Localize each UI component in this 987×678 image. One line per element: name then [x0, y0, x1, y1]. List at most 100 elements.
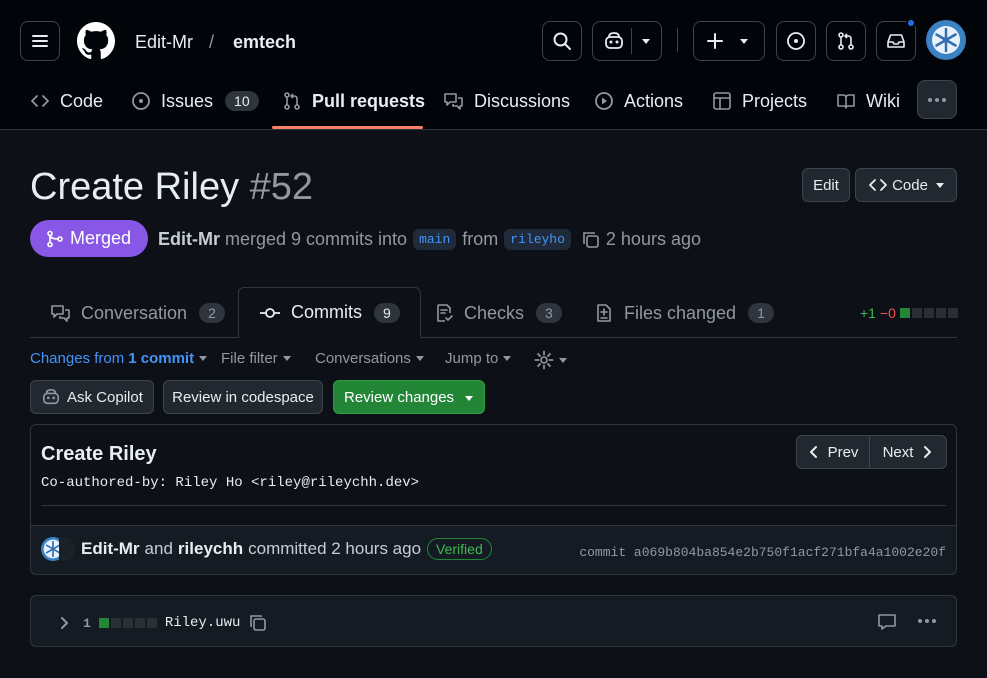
commit-count-label: 1 commit — [128, 350, 195, 367]
tab-commits-count: 9 — [374, 302, 400, 323]
file-name[interactable]: Riley.uwu — [165, 615, 241, 631]
review-in-codespace-button[interactable]: Review in codespace — [163, 380, 323, 414]
base-branch[interactable]: main — [413, 229, 457, 250]
issues-button[interactable] — [776, 21, 816, 61]
verified-badge[interactable]: Verified — [427, 538, 492, 560]
github-logo-icon[interactable] — [77, 22, 115, 60]
tab-conversation[interactable]: Conversation 2 — [50, 289, 225, 337]
commit-author2-link[interactable]: rileychh — [178, 539, 243, 559]
plus-icon — [707, 33, 723, 49]
tab-conversation-count: 2 — [199, 303, 225, 323]
file-filter-dropdown[interactable]: File filter — [221, 350, 291, 367]
comment-icon[interactable] — [877, 612, 897, 632]
diffstat-bar — [898, 308, 958, 318]
code-dropdown-button[interactable]: Code — [855, 168, 957, 202]
merged-label: Merged — [70, 228, 132, 248]
tab-checks[interactable]: Checks 3 — [434, 289, 562, 337]
head-branch[interactable]: rileyho — [504, 229, 571, 250]
ask-copilot-label: Ask Copilot — [67, 388, 143, 406]
nav-pull-requests[interactable]: Pull requests — [282, 82, 425, 120]
conversations-dropdown[interactable]: Conversations — [315, 350, 424, 367]
file-diff-icon — [597, 304, 611, 322]
copilot-button[interactable] — [592, 21, 662, 61]
changes-from-label: Changes from — [30, 350, 125, 367]
pull-requests-button[interactable] — [826, 21, 866, 61]
tab-conversation-label: Conversation — [81, 302, 188, 323]
next-commit-button[interactable]: Next — [869, 435, 947, 469]
nav-wiki-label: Wiki — [866, 90, 900, 111]
diffstat-square — [947, 308, 958, 318]
nav-actions[interactable]: Actions — [594, 82, 683, 120]
chevron-down-icon — [282, 356, 291, 361]
file-header: 1 Riley.uwu — [30, 595, 957, 647]
review-changes-button[interactable]: Review changes — [333, 380, 485, 414]
code-icon — [31, 95, 49, 107]
diffstat-square — [146, 618, 157, 628]
commit-message-section: Create Riley Co-authored-by: Riley Ho <r… — [31, 425, 956, 526]
create-new-button[interactable] — [693, 21, 765, 61]
copy-icon[interactable] — [248, 613, 268, 633]
nav-projects[interactable]: Projects — [712, 82, 807, 120]
ask-copilot-button[interactable]: Ask Copilot — [30, 380, 154, 414]
chevron-down-icon — [199, 356, 208, 361]
nav-wiki[interactable]: Wiki — [836, 82, 900, 120]
breadcrumb-owner[interactable]: Edit-Mr — [135, 32, 193, 53]
jump-to-label: Jump to — [445, 350, 499, 367]
diff-additions: +1 — [860, 305, 876, 321]
chevron-down-icon — [559, 357, 567, 363]
nav-issues[interactable]: Issues 10 — [131, 82, 259, 120]
chevron-right-icon[interactable] — [59, 616, 69, 630]
active-nav-underline — [272, 126, 423, 129]
diff-settings-dropdown[interactable] — [534, 350, 567, 370]
pr-meta: Edit-Mr merged 9 commits into main from … — [158, 229, 701, 250]
chevron-down-icon — [503, 356, 512, 361]
breadcrumb-repo[interactable]: emtech — [233, 32, 296, 53]
tab-files-changed[interactable]: Files changed 1 — [594, 289, 774, 337]
copilot-icon — [605, 32, 623, 49]
git-commit-icon — [260, 307, 280, 318]
commit-author1-link[interactable]: Edit-Mr — [81, 539, 140, 559]
git-pull-request-icon — [284, 92, 300, 110]
tab-checks-label: Checks — [464, 302, 525, 323]
prev-commit-button[interactable]: Prev — [796, 435, 870, 469]
kebab-horizontal-icon — [928, 97, 946, 102]
search-button[interactable] — [542, 21, 582, 61]
snowflake-avatar-icon — [932, 26, 960, 54]
chevron-left-icon — [809, 446, 817, 458]
changes-from-dropdown[interactable]: Changes from 1 commit — [30, 350, 208, 367]
tab-commits[interactable]: Commits 9 — [238, 287, 421, 338]
comment-discussion-icon — [51, 305, 70, 322]
conversations-label: Conversations — [315, 350, 411, 367]
copy-icon[interactable] — [581, 230, 601, 250]
notification-dot — [906, 18, 916, 28]
pr-title: Create Riley #52 — [30, 166, 313, 209]
chevron-down-icon — [465, 396, 473, 401]
tab-commits-label: Commits — [291, 302, 362, 322]
nav-discussions[interactable]: Discussions — [443, 82, 570, 120]
pr-author-link[interactable]: Edit-Mr — [158, 229, 220, 250]
header-divider — [677, 28, 678, 52]
kebab-horizontal-icon[interactable] — [917, 618, 937, 624]
issues-count-badge: 10 — [225, 91, 259, 111]
tab-files-changed-label: Files changed — [624, 302, 737, 323]
issue-opened-icon — [132, 92, 150, 110]
commit-authors-row: Edit-Mr and rileychh committed 2 hours a… — [41, 537, 492, 561]
diffstat-square — [122, 618, 133, 628]
user-avatar[interactable] — [926, 20, 966, 60]
commit-sha[interactable]: commit a069b804ba854e2b750f1acf271bfa4a1… — [579, 545, 946, 560]
edit-title-button[interactable]: Edit — [802, 168, 850, 202]
diffstat-square — [110, 618, 121, 628]
nav-projects-label: Projects — [742, 90, 808, 111]
git-merge-icon — [47, 230, 63, 247]
hamburger-icon — [32, 35, 48, 47]
nav-code-label: Code — [60, 90, 104, 111]
nav-code[interactable]: Code — [30, 82, 103, 120]
coauthor-avatar[interactable] — [59, 537, 75, 561]
file-filter-label: File filter — [221, 350, 278, 367]
diffstat-square — [98, 618, 109, 628]
jump-to-dropdown[interactable]: Jump to — [445, 350, 512, 367]
more-nav-button[interactable] — [917, 80, 957, 119]
commit-details-box: Create Riley Co-authored-by: Riley Ho <r… — [30, 424, 957, 575]
menu-button[interactable] — [20, 21, 60, 61]
diffstat-square — [935, 308, 946, 318]
